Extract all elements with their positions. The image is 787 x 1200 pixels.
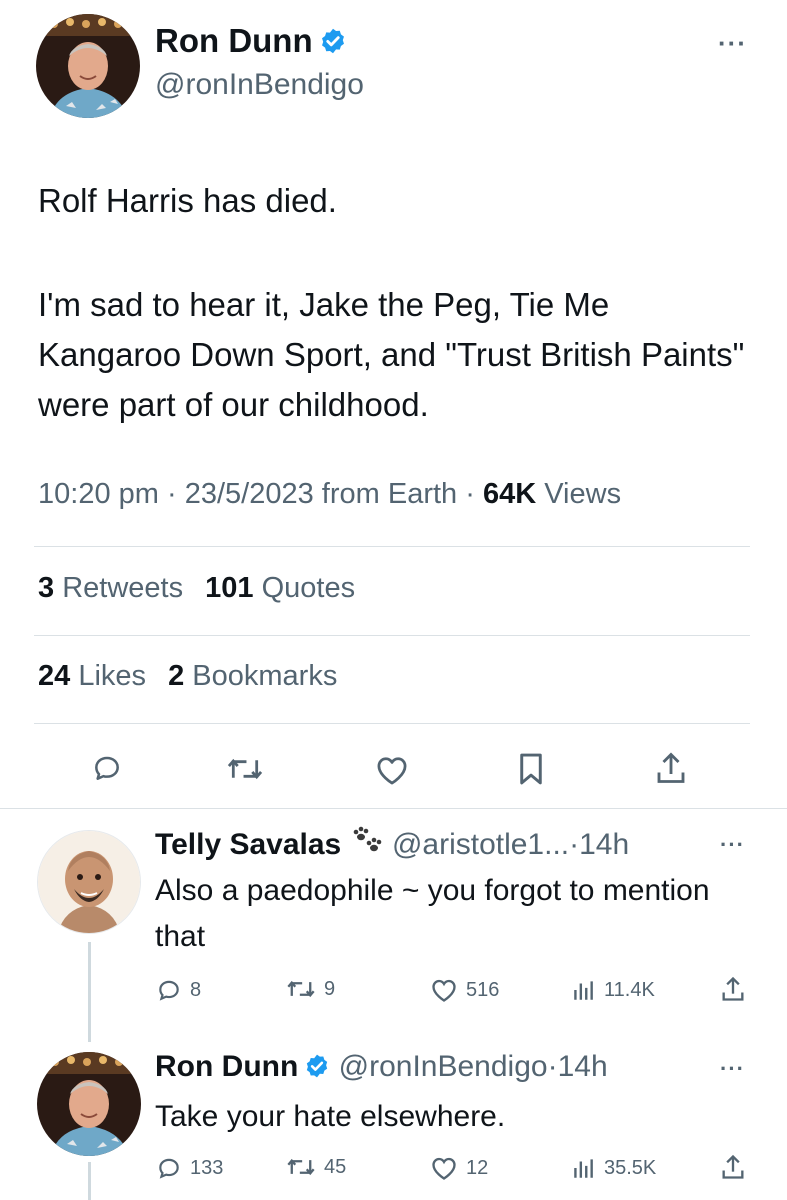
reply-age[interactable]: 14h	[579, 828, 629, 861]
reply-author-name[interactable]: Telly Savalas	[155, 828, 341, 861]
reply-header: Ron Dunn @ronInBendigo·14h	[155, 1050, 608, 1087]
author-handle[interactable]: @ronInBendigo	[155, 68, 364, 102]
bookmark-icon[interactable]	[517, 752, 545, 786]
reply-retweet-action[interactable]: 45	[286, 1155, 346, 1179]
reply-count: 133	[190, 1156, 224, 1179]
likes-bookmarks-stats: 24 Likes 2 Bookmarks	[38, 660, 351, 693]
reply-retweet-action[interactable]: 9	[286, 977, 335, 1001]
like-count: 516	[466, 978, 500, 1001]
likes-stat[interactable]: 24 Likes	[38, 660, 146, 692]
author-avatar[interactable]	[36, 14, 140, 118]
divider	[34, 635, 750, 636]
tweet-date[interactable]: 23/5/2023	[185, 478, 314, 510]
view-count: 35.5K	[604, 1156, 657, 1179]
thread-connector	[88, 1162, 91, 1200]
retweet-quote-stats: 3 Retweets 101 Quotes	[38, 572, 369, 605]
share-icon[interactable]	[654, 750, 688, 786]
view-count: 11.4K	[604, 978, 655, 1001]
reply-views-action[interactable]: 35.5K	[570, 1155, 656, 1181]
reply-share-action[interactable]	[720, 1153, 746, 1181]
bar-chart-icon	[574, 981, 593, 1000]
reply-like-action[interactable]: 516	[430, 977, 499, 1003]
divider	[34, 546, 750, 547]
reply-more-button[interactable]: ···	[720, 832, 745, 858]
verified-badge-icon	[304, 1053, 330, 1087]
heart-icon	[432, 1157, 456, 1180]
tweet-meta: 10:20 pm · 23/5/2023 from Earth · 64K Vi…	[38, 478, 622, 510]
reply-text: Also a paedophile ~ you forgot to mentio…	[155, 874, 710, 953]
retweet-count: 45	[324, 1155, 347, 1178]
reply-count: 8	[190, 978, 202, 1001]
reply-author-name[interactable]: Ron Dunn	[155, 1050, 298, 1083]
more-options-button[interactable]: ···	[718, 28, 747, 59]
tweet-source: from Earth	[321, 478, 458, 510]
reply-author-handle[interactable]: @aristotle1...	[392, 828, 569, 861]
author-name[interactable]: Ron Dunn	[155, 22, 313, 59]
reply-bubble-icon[interactable]	[90, 752, 124, 784]
views-count: 64K	[482, 478, 537, 510]
reply-age[interactable]: 14h	[558, 1050, 608, 1083]
heart-icon	[432, 979, 456, 1002]
reply-reply-action[interactable]: 8	[156, 977, 201, 1003]
author-name-row[interactable]: Ron Dunn	[155, 22, 347, 63]
reply-header: Telly Savalas @aristotle1...·14h	[155, 826, 629, 864]
reply-more-button[interactable]: ···	[720, 1056, 745, 1082]
like-count: 12	[466, 1156, 489, 1179]
retweet-count: 9	[324, 977, 336, 1000]
reply-author-handle[interactable]: @ronInBendigo	[339, 1050, 548, 1083]
tweet-text-line1: Rolf Harris has died.	[38, 182, 337, 219]
tweet-time[interactable]: 10:20 pm	[38, 478, 159, 510]
divider	[34, 723, 750, 724]
share-icon	[722, 1154, 744, 1179]
retweet-icon	[287, 1158, 315, 1176]
quotes-stat[interactable]: 101 Quotes	[205, 572, 355, 604]
retweet-icon	[287, 980, 315, 998]
reply-reply-action[interactable]: 133	[156, 1155, 223, 1181]
heart-icon[interactable]	[374, 754, 410, 786]
reply-text: Take your hate elsewhere.	[155, 1100, 506, 1133]
share-icon	[722, 976, 744, 1001]
reply-bubble-icon	[159, 1158, 179, 1179]
reply-author-avatar[interactable]	[37, 830, 141, 934]
retweets-stat[interactable]: 3 Retweets	[38, 572, 183, 604]
retweet-icon[interactable]	[226, 754, 264, 784]
reply-views-action[interactable]: 11.4K	[570, 977, 655, 1003]
reply-author-avatar[interactable]	[37, 1052, 141, 1156]
tweet-text-paragraph: I'm sad to hear it, Jake the Peg, Tie Me…	[38, 286, 745, 423]
bar-chart-icon	[574, 1159, 593, 1178]
views-label: Views	[544, 478, 622, 510]
reply-share-action[interactable]	[720, 975, 746, 1003]
thread-connector	[88, 942, 91, 1042]
section-divider	[0, 808, 787, 809]
reply-bubble-icon	[159, 980, 179, 1001]
paw-prints-icon	[350, 826, 384, 864]
bookmarks-stat[interactable]: 2 Bookmarks	[168, 660, 337, 692]
verified-badge-icon	[319, 25, 347, 63]
reply-like-action[interactable]: 12	[430, 1155, 488, 1181]
